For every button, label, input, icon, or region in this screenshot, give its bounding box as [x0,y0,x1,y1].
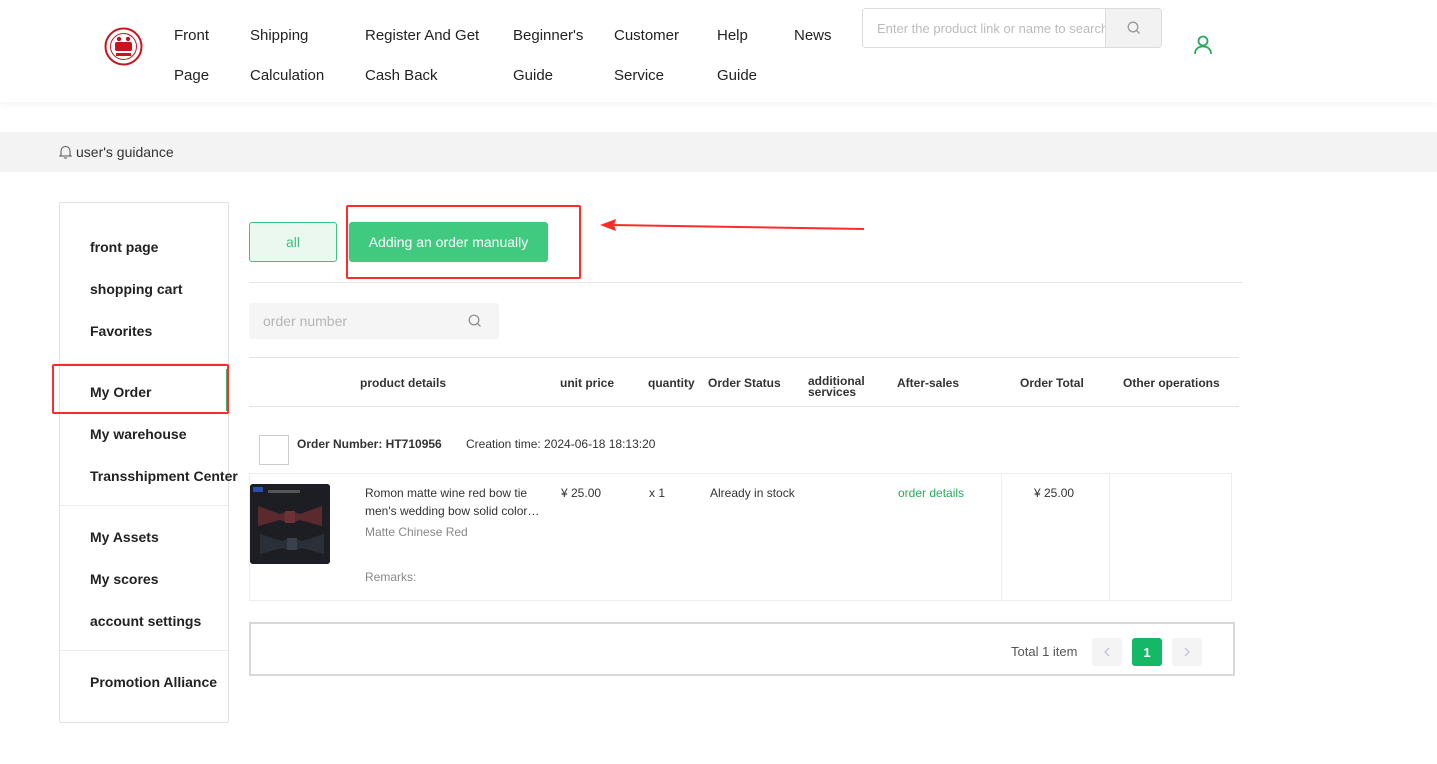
column-header: quantity [648,376,695,390]
annotation-highlight-box [52,364,229,414]
sidebar-divider [60,650,228,651]
nav-label-line1: Beginner's [513,27,584,44]
order-creation-time: Creation time: 2024-06-18 18:13:20 [466,437,656,451]
page-number-button[interactable]: 1 [1132,638,1162,666]
search-icon[interactable] [468,314,482,328]
product-title[interactable]: Romon matte wine red bow tie men's weddi… [365,484,545,520]
sidebar-item-my-scores[interactable]: My scores [90,571,158,587]
next-page-button[interactable] [1172,638,1202,666]
sidebar-item-my-warehouse[interactable]: My warehouse [90,426,186,442]
order-total: ¥ 25.00 [1034,486,1075,500]
cell-divider [1109,474,1110,600]
column-header: unit price [560,376,615,390]
pagination-bar [249,622,1235,676]
bell-icon [59,145,72,159]
column-header: Other operations [1123,376,1220,390]
sidebar-item-my-assets[interactable]: My Assets [90,529,159,545]
sidebar-item-shopping-cart[interactable]: shopping cart [90,281,183,297]
order-details-link[interactable]: order details [898,486,964,500]
annotation-arrow-icon [600,219,864,231]
nav-label-line2: Service [614,67,665,84]
nav-front-page[interactable]: Front Page [174,16,209,96]
nav-beginners-guide[interactable]: Beginner's Guide [513,16,583,96]
nav-label-line2: Calculation [250,67,325,84]
nav-label-line1: News [794,27,832,44]
nav-help-guide[interactable]: Help Guide [717,16,757,96]
unit-price: ¥ 25.00 [561,486,602,500]
order-select-checkbox[interactable] [259,435,289,465]
quantity: x 1 [649,486,666,500]
product-variant: Matte Chinese Red [365,525,468,539]
column-header: After-sales [897,376,960,390]
order-search [249,303,499,339]
nav-shipping-calculation[interactable]: Shipping Calculation [250,16,324,96]
nav-news[interactable]: News [794,16,832,56]
sidebar-item-promotion-alliance[interactable]: Promotion Alliance [90,674,217,690]
guidance-bar[interactable]: user's guidance [0,132,1437,172]
column-header: product details [360,376,447,390]
guidance-text: user's guidance [76,144,174,160]
column-header: Order Total [1020,376,1084,390]
order-status: Already in stock [710,486,795,500]
column-header: Order Status [708,376,781,390]
top-header: Front Page Shipping Calculation Register… [0,0,1437,102]
header-search [862,8,1162,48]
order-number-input[interactable] [249,303,459,339]
search-icon [1127,21,1140,34]
cell-divider [1001,474,1002,600]
nav-register-cash-back[interactable]: Register And Get Cash Back [365,16,479,96]
logo-icon[interactable] [104,27,143,66]
product-search-input[interactable] [863,9,1105,47]
nav-label-line2: Guide [513,67,554,84]
product-image[interactable] [250,484,330,564]
column-header: additional services [808,374,865,399]
nav-customer-service[interactable]: Customer Service [614,16,679,96]
nav-label-line2: Page [174,67,210,84]
chevron-left-icon [1104,647,1110,657]
tab-all[interactable]: all [249,222,337,262]
user-icon[interactable] [1192,34,1214,56]
divider [249,282,1243,283]
nav-label-line1: Register And Get [365,27,480,44]
table-header: product details unit price quantity Orde… [249,357,1239,407]
nav-label-line1: Help [717,27,748,44]
nav-label-line2: Guide [717,67,758,84]
sidebar-item-front-page[interactable]: front page [90,239,158,255]
prev-page-button[interactable] [1092,638,1122,666]
nav-label-line2: Cash Back [365,67,438,84]
sidebar-item-favorites[interactable]: Favorites [90,323,152,339]
chevron-right-icon [1184,647,1190,657]
nav-label-line1: Shipping [250,27,309,44]
nav-label-line1: Customer [614,27,680,44]
pagination-total: Total 1 item [1011,644,1078,659]
annotation-highlight-box [346,205,581,279]
nav-label-line1: Front [174,27,210,44]
order-number: Order Number: HT710956 [297,437,442,451]
product-remarks: Remarks: [365,570,417,584]
search-button[interactable] [1105,9,1161,47]
sidebar: front page shopping cart Favorites My Or… [59,202,238,723]
sidebar-item-account-settings[interactable]: account settings [90,613,201,629]
sidebar-divider [60,505,228,506]
sidebar-item-transshipment-center[interactable]: Transshipment Center [90,468,238,484]
